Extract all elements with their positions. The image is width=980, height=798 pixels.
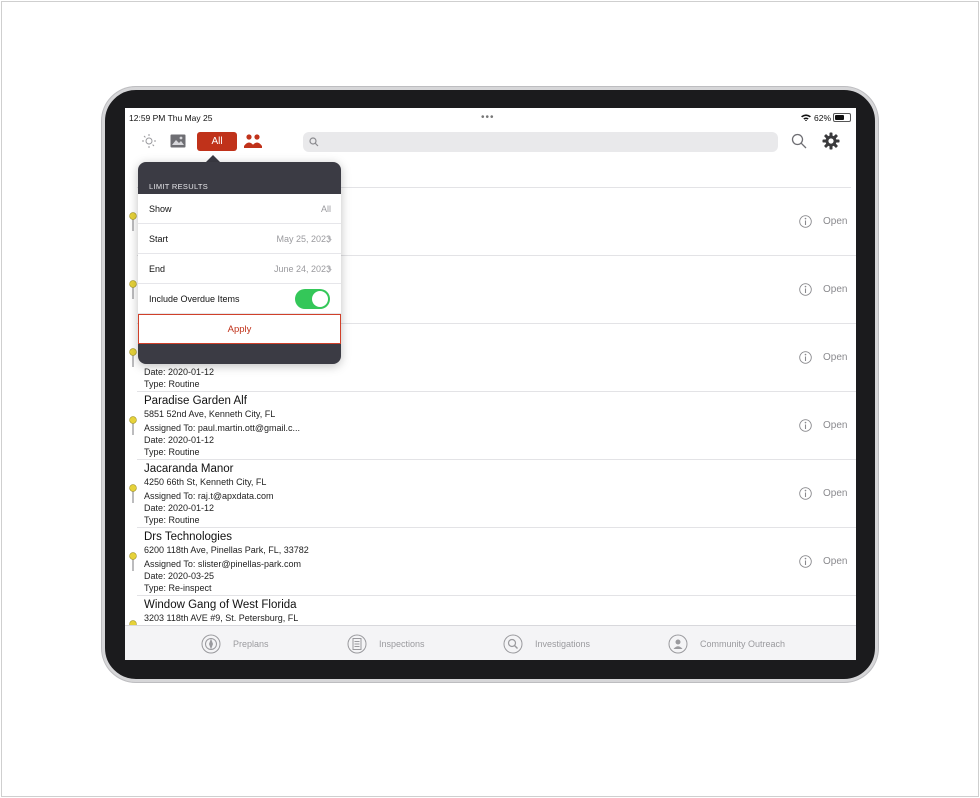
end-label: End [149, 264, 166, 274]
row-status: Open [823, 488, 848, 499]
row-name: Drs Technologies [144, 531, 233, 543]
row-name: Window Gang of West Florida [144, 599, 297, 611]
start-label: Start [149, 234, 169, 244]
row-assigned: Assigned To: raj.t@apxdata.com [144, 491, 274, 501]
row-type: Type: Routine [144, 515, 200, 525]
sun-icon[interactable] [140, 132, 158, 150]
row-address: 5851 52nd Ave, Kenneth City, FL [144, 409, 276, 419]
tab-investigations[interactable]: Investigations [503, 633, 590, 655]
location-pin-icon [129, 416, 137, 435]
apply-button[interactable]: Apply [138, 314, 341, 344]
community-outreach-icon [668, 634, 688, 654]
battery-percentage: 62% [814, 113, 832, 123]
location-pin-icon [129, 484, 137, 503]
search-input[interactable] [323, 134, 763, 150]
status-bar: 12:59 PM Thu May 25 ••• 62% [125, 108, 856, 128]
include-overdue-label: Include Overdue Items [149, 294, 240, 304]
table-row[interactable]: Jacaranda Manor 4250 66th St, Kenneth Cit… [129, 460, 856, 528]
popover-body: Show All Start May 25, 2023 End June 24,… [138, 194, 341, 344]
location-pin-icon [129, 552, 137, 571]
end-value: June 24, 2023 [273, 264, 331, 274]
tab-label: Investigations [535, 639, 591, 649]
row-status: Open [823, 352, 848, 363]
investigations-icon [503, 634, 523, 654]
row-address: 3203 118th AVE #9, St. Petersburg, FL [144, 613, 299, 623]
row-address: 6200 118th Ave, Pinellas Park, FL, 33782 [144, 545, 309, 555]
status-time: 12:59 PM Thu May 25 [129, 113, 213, 123]
row-name: Jacaranda Manor [144, 463, 234, 475]
show-label: Show [149, 204, 172, 214]
include-overdue-row: Include Overdue Items [138, 284, 341, 314]
chevron-right-icon [327, 236, 332, 243]
info-icon[interactable] [799, 215, 812, 228]
row-type: Type: Routine [144, 447, 200, 457]
info-icon[interactable] [799, 419, 812, 432]
row-type: Type: Re-inspect [144, 583, 212, 593]
limit-results-popover: LIMIT RESULTS Show All Start May 25, 202… [138, 162, 341, 364]
battery-level-fill [835, 115, 844, 120]
row-status: Open [823, 284, 848, 295]
tab-inspections[interactable]: Inspections [347, 633, 425, 655]
row-date: Date: 2020-03-25 [144, 571, 215, 581]
location-pin-icon [129, 280, 137, 299]
image-icon[interactable] [169, 132, 187, 150]
table-row[interactable]: Paradise Garden Alf 5851 52nd Ave, Kennet… [129, 392, 856, 460]
row-name: Paradise Garden Alf [144, 395, 247, 407]
location-pin-icon [129, 212, 137, 231]
tab-preplans[interactable]: Preplans [201, 633, 269, 655]
row-address: 4250 66th St, Kenneth City, FL [144, 477, 267, 487]
info-icon[interactable] [799, 555, 812, 568]
search-icon[interactable] [791, 133, 807, 149]
show-value: All [320, 204, 331, 214]
start-value: May 25, 2023 [276, 234, 331, 244]
ipad-screen: 12:59 PM Thu May 25 ••• 62% All Open Ope… [125, 108, 856, 660]
inspections-icon [347, 634, 367, 654]
multitasking-dots-icon[interactable]: ••• [481, 112, 495, 123]
battery-icon [833, 113, 851, 122]
wifi-icon [801, 114, 811, 121]
row-status: Open [823, 216, 848, 227]
row-date: Date: 2020-01-12 [144, 367, 215, 377]
chevron-right-icon [327, 266, 332, 273]
row-assigned: Assigned To: paul.martin.ott@gmail.c... [144, 423, 301, 433]
row-date: Date: 2020-01-12 [144, 435, 215, 445]
tab-label: Preplans [233, 639, 269, 649]
tab-label: Inspections [379, 639, 425, 649]
table-row[interactable]: Drs Technologies 6200 118th Ave, Pinellas… [129, 528, 856, 596]
row-date: Date: 2020-01-12 [144, 503, 215, 513]
row-status: Open [823, 420, 848, 431]
search-bar [303, 132, 778, 152]
row-status: Open [823, 556, 848, 567]
search-field-magnifier-icon [309, 137, 319, 147]
popover-title: LIMIT RESULTS [149, 182, 209, 191]
info-icon[interactable] [799, 351, 812, 364]
row-assigned: Assigned To: slister@pinellas-park.com [144, 559, 302, 569]
info-icon[interactable] [799, 487, 812, 500]
show-row[interactable]: Show All [138, 194, 341, 224]
tab-community-outreach[interactable]: Community Outreach [668, 633, 785, 655]
include-overdue-toggle[interactable] [295, 289, 330, 309]
preplans-icon [201, 634, 221, 654]
tab-label: Community Outreach [700, 639, 786, 649]
tab-bar: Preplans Inspections Investigations Comm… [125, 625, 856, 660]
toggle-knob [312, 291, 328, 307]
gear-icon[interactable] [822, 132, 840, 150]
info-icon[interactable] [799, 283, 812, 296]
people-icon[interactable] [243, 132, 263, 150]
filter-all-button[interactable]: All [197, 132, 237, 151]
end-date-row[interactable]: End June 24, 2023 [138, 254, 341, 284]
start-date-row[interactable]: Start May 25, 2023 [138, 224, 341, 254]
row-type: Type: Routine [144, 379, 200, 389]
location-pin-icon [129, 348, 137, 367]
toolbar: All [125, 128, 856, 158]
